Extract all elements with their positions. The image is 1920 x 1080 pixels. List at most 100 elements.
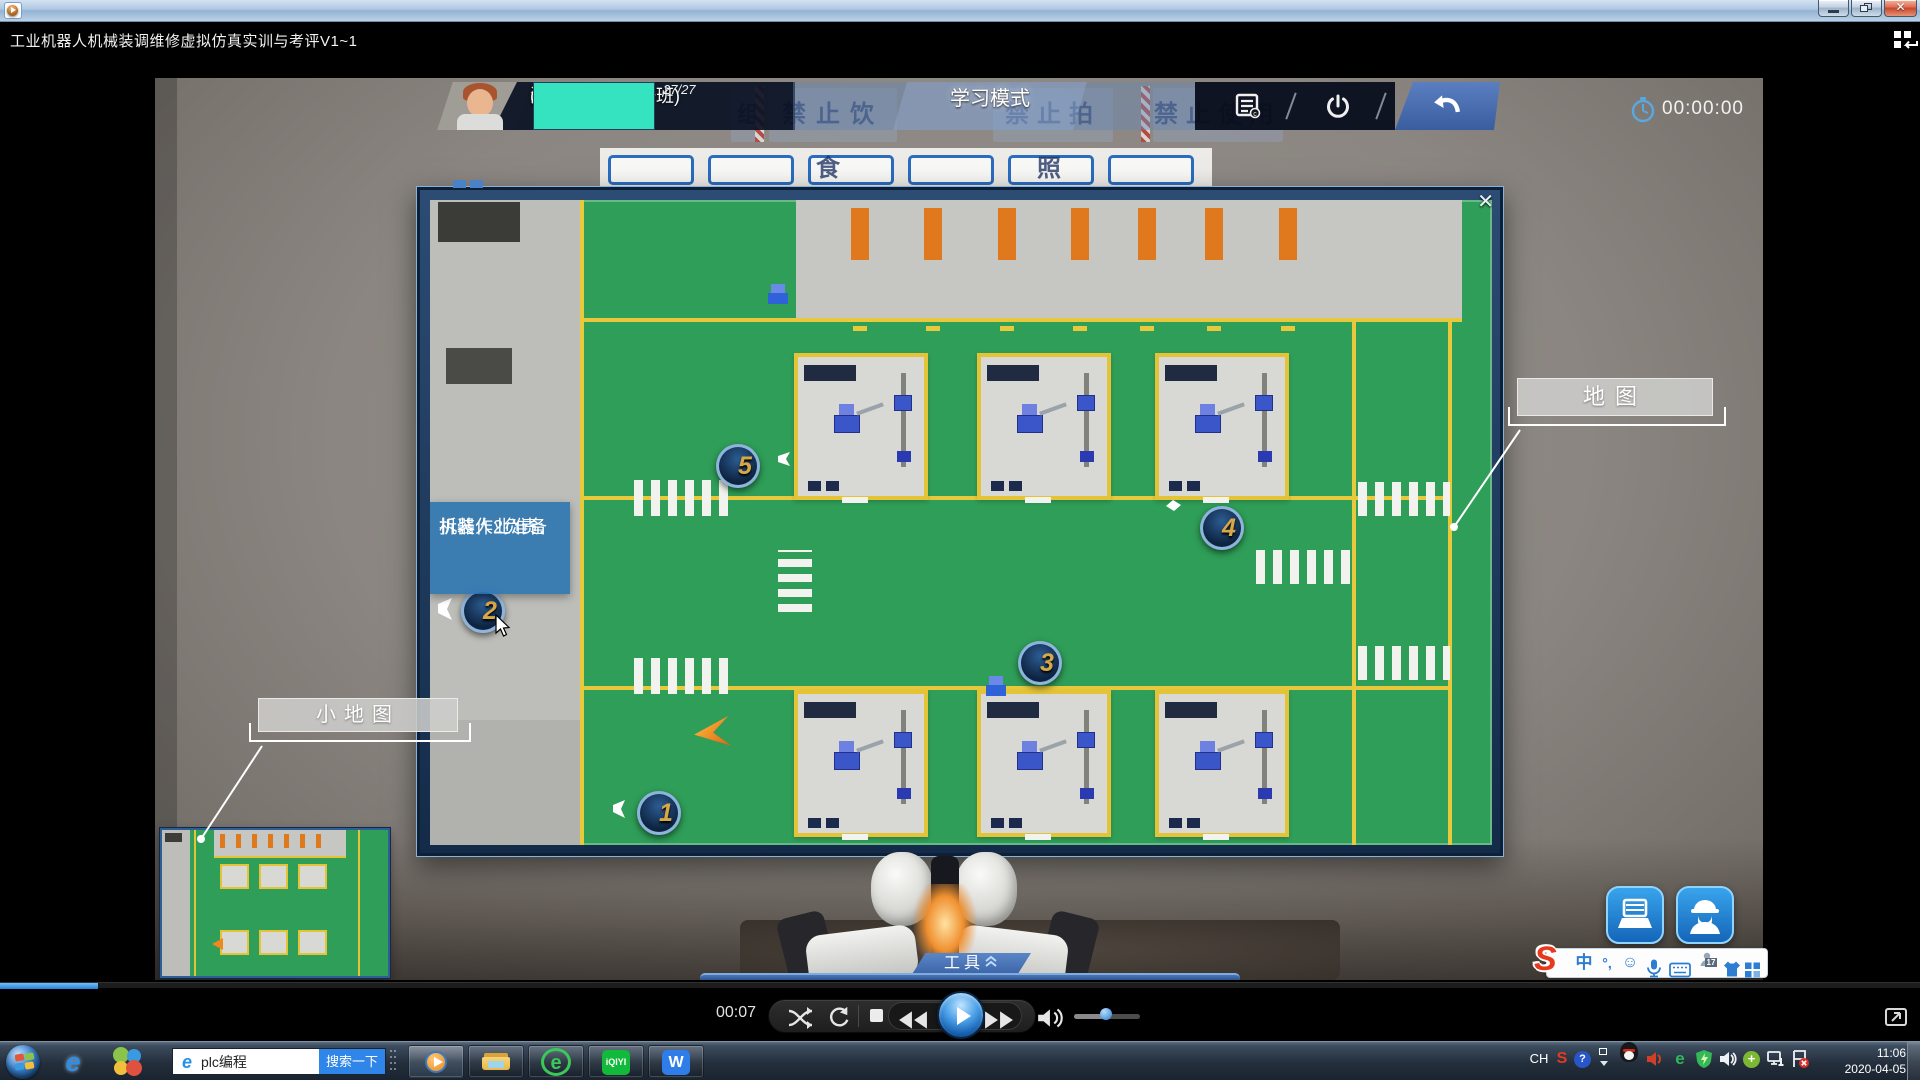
cabinet	[987, 365, 1039, 381]
mode-label: 学习模式	[915, 82, 1065, 130]
chevron-up-icon	[984, 954, 998, 968]
ime-mode-chinese[interactable]: 中	[1573, 949, 1595, 977]
avatar[interactable]	[451, 82, 509, 130]
tray-sogou-icon[interactable]: S	[1552, 1049, 1572, 1069]
tray-action-center-icon[interactable]	[1790, 1049, 1810, 1069]
robot-arm	[856, 402, 884, 415]
power-icon[interactable]	[1323, 92, 1353, 120]
robot-arm	[856, 739, 884, 752]
tooltip-line2: 拆装作业准备	[439, 514, 547, 542]
forward-button[interactable]	[984, 1008, 1014, 1032]
shuffle-icon[interactable]	[786, 1006, 816, 1030]
ime-punctuation[interactable]: °,	[1597, 949, 1617, 977]
search-go-button[interactable]: 搜索一下	[319, 1049, 385, 1074]
skin-icon[interactable]	[1723, 955, 1741, 983]
repeat-icon[interactable]	[824, 1005, 854, 1029]
tray-qq-icon[interactable]	[1620, 1042, 1638, 1062]
close-button[interactable]: ✕	[1884, 0, 1917, 17]
tray-shield-icon[interactable]	[1694, 1049, 1714, 1069]
map-close-button[interactable]: ✕	[1477, 189, 1494, 214]
robot-unit	[1195, 752, 1221, 770]
ime-menu-grid-icon[interactable]	[1745, 956, 1760, 984]
documents-button[interactable]	[1606, 886, 1664, 944]
tray-clock[interactable]: 11:06 2020-04-05	[1822, 1045, 1906, 1078]
sogou-logo[interactable]: S	[1534, 940, 1557, 979]
tray-sogou-voice-icon[interactable]	[1645, 1049, 1665, 1069]
play-button[interactable]	[937, 991, 985, 1039]
worker-button[interactable]	[1676, 886, 1734, 944]
taskbar-search-box[interactable]: e 搜索一下	[172, 1048, 386, 1075]
microphone-icon[interactable]	[1645, 954, 1663, 982]
hud-icons-panel	[1195, 82, 1395, 130]
tray-show-hidden[interactable]	[1597, 1047, 1611, 1073]
now-playing-title: 工业机器人机械装调维修虚拟仿真实训与考评V1~1	[10, 30, 357, 51]
window-titlebar[interactable]: ✕	[0, 0, 1920, 22]
parts	[1169, 481, 1200, 491]
ime-toolbar[interactable]: 中 °, ☺ 17	[1546, 948, 1768, 978]
door-mark	[1207, 326, 1221, 331]
stop-button[interactable]	[870, 1009, 883, 1022]
taskbar: e e 搜索一下 e iQIYI W	[0, 1041, 1920, 1080]
cabinet	[1165, 702, 1217, 718]
map-marker-3[interactable]: 3	[1018, 641, 1062, 685]
progress-fill	[534, 83, 654, 129]
seek-bar[interactable]	[0, 982, 1920, 988]
progress-count: 27/27	[663, 82, 696, 130]
restore-button[interactable]	[1851, 0, 1882, 17]
toolbar-grip[interactable]	[390, 1050, 400, 1074]
keyboard-icon[interactable]	[1669, 956, 1691, 984]
switch-to-library-icon[interactable]	[1892, 30, 1920, 50]
login-user-icon[interactable]: 17	[1695, 949, 1719, 977]
cabinet	[987, 702, 1039, 718]
app-flower-icon[interactable]	[112, 1046, 144, 1078]
ie-icon[interactable]: e	[58, 1047, 88, 1077]
map-marker-4[interactable]: 4	[1200, 506, 1244, 550]
minimap-charger	[268, 834, 273, 848]
poster-frame	[708, 155, 794, 185]
rewind-button[interactable]	[898, 1008, 928, 1032]
score-list-icon[interactable]: c	[1233, 92, 1263, 120]
work-cell	[794, 353, 928, 500]
map-window-decor	[453, 180, 466, 188]
fullscreen-button[interactable]	[1884, 1005, 1908, 1029]
elapsed-time: 00:07	[716, 1004, 756, 1022]
screen: ✕ 工业机器人机械装调维修虚拟仿真实训与考评V1~1	[0, 0, 1920, 1080]
user-badge: 17	[1705, 958, 1717, 967]
map-marker-1[interactable]: 1	[637, 791, 681, 835]
show-desktop-button[interactable]	[1907, 1042, 1920, 1080]
robot-unit	[834, 415, 860, 433]
robot-unit	[1017, 415, 1043, 433]
volume-knob[interactable]	[1100, 1008, 1112, 1020]
search-input[interactable]	[199, 1050, 317, 1073]
search-engine-icon: e	[177, 1052, 197, 1072]
tray-help-icon[interactable]: ?	[1574, 1051, 1591, 1068]
emoji-icon[interactable]: ☺	[1619, 949, 1641, 977]
minimap-cell	[259, 864, 288, 889]
marker-number: 1	[659, 794, 673, 832]
taskbar-wmp-button[interactable]	[408, 1045, 464, 1078]
charger	[1279, 208, 1297, 260]
map-marker-5[interactable]: 5	[716, 444, 760, 488]
tray-language[interactable]: CH	[1526, 1049, 1552, 1069]
lane-line	[580, 200, 584, 845]
tray-volume-icon[interactable]	[1718, 1049, 1738, 1069]
play-icon	[957, 1007, 971, 1025]
taskbar-360-button[interactable]: e	[528, 1045, 584, 1078]
start-button[interactable]	[6, 1045, 40, 1079]
tray-360-icon[interactable]: e	[1670, 1049, 1690, 1069]
cabinet	[1165, 365, 1217, 381]
back-arrow-icon[interactable]	[1431, 90, 1461, 118]
robot-arm	[1039, 402, 1067, 415]
robot-unit	[1195, 415, 1221, 433]
parts	[808, 481, 839, 491]
minimap-lane	[194, 830, 196, 976]
mute-button[interactable]	[1036, 1006, 1066, 1030]
tray-update-icon[interactable]: +	[1743, 1051, 1760, 1068]
agv-icon	[986, 676, 1008, 698]
taskbar-wps-button[interactable]: W	[648, 1045, 704, 1078]
tray-network-icon[interactable]	[1766, 1049, 1786, 1069]
minimap[interactable]	[160, 828, 390, 978]
minimize-button[interactable]	[1818, 0, 1849, 17]
taskbar-iqiyi-button[interactable]: iQIYI	[588, 1045, 644, 1078]
taskbar-explorer-button[interactable]	[468, 1045, 524, 1078]
